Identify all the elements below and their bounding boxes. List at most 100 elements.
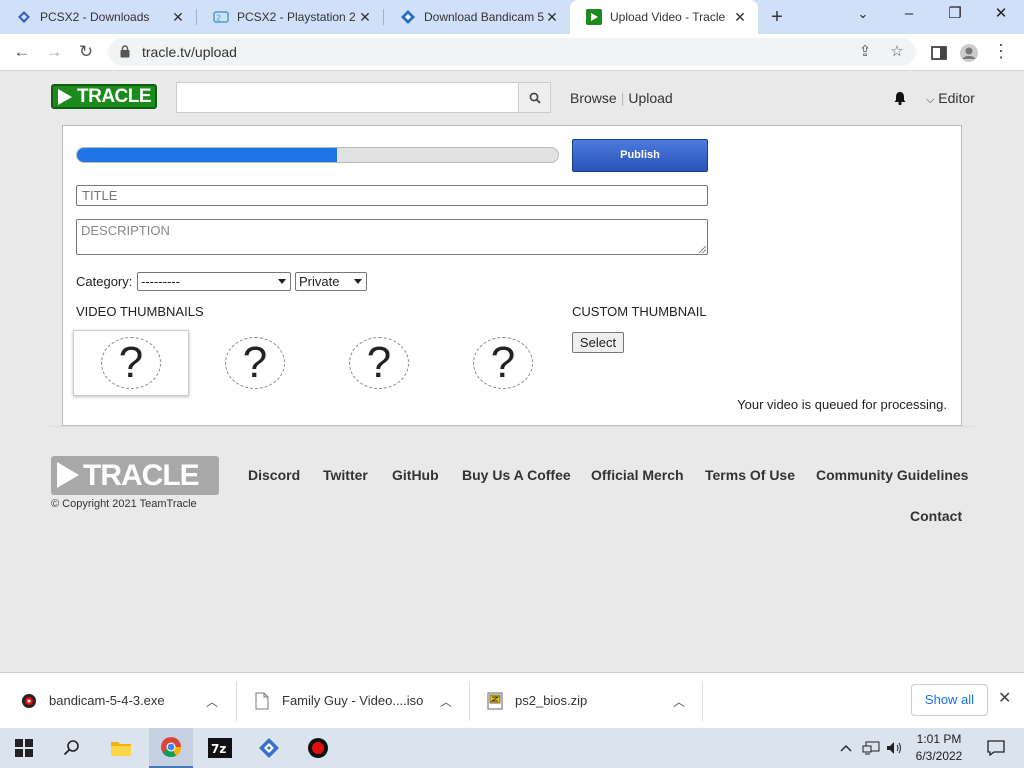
- window-close-icon[interactable]: ✕: [978, 0, 1024, 30]
- windows-start-icon[interactable]: [2, 728, 46, 768]
- dropdown-arrow-icon: [278, 279, 286, 284]
- notification-bell-icon[interactable]: [892, 90, 908, 106]
- download-item[interactable]: Family Guy - Video....iso ︿: [254, 673, 462, 728]
- footer-divider: [50, 426, 975, 427]
- search-taskbar-icon[interactable]: [50, 728, 94, 768]
- show-all-button[interactable]: Show all: [911, 684, 988, 716]
- footer-link-twitter[interactable]: Twitter: [323, 467, 368, 483]
- video-thumbnail[interactable]: ?: [73, 330, 189, 396]
- notifications-icon[interactable]: [974, 728, 1018, 768]
- tab-title: PCSX2 - Playstation 2 Emulator: [237, 10, 357, 24]
- tab-close-icon[interactable]: ✕: [544, 9, 560, 26]
- publish-button[interactable]: Publish: [572, 139, 708, 172]
- search-icon: [529, 92, 541, 104]
- footer-link-discord[interactable]: Discord: [248, 467, 300, 483]
- minimize-icon[interactable]: –: [886, 0, 932, 30]
- pcsx2-favicon-icon: [18, 11, 30, 23]
- tab-title: PCSX2 - Downloads: [40, 10, 150, 24]
- footer-link-merch[interactable]: Official Merch: [591, 467, 684, 483]
- download-item[interactable]: ps2_bios.zip ︿: [487, 673, 695, 728]
- 7zip-taskbar-icon[interactable]: 7z: [198, 728, 242, 768]
- tracle-favicon-icon: [586, 9, 602, 25]
- footer-link-buy-coffee[interactable]: Buy Us A Coffee: [462, 467, 571, 483]
- tab-pcsx2-emulator[interactable]: 2 PCSX2 - Playstation 2 Emulator ✕: [197, 0, 383, 34]
- tab-search-chevron-icon[interactable]: ⌄: [840, 0, 886, 30]
- chevron-down-icon: ⌵: [926, 94, 935, 106]
- pcsx2-taskbar-icon[interactable]: [247, 728, 291, 768]
- url-text: tracle.tv/upload: [142, 44, 237, 60]
- user-menu[interactable]: ⌵ Editor: [926, 90, 975, 107]
- download-filename: ps2_bios.zip: [515, 693, 588, 708]
- tracle-logo[interactable]: TRACLE: [51, 84, 157, 109]
- pcsx2-app-icon: [259, 738, 279, 758]
- bookmark-star-icon[interactable]: ☆: [886, 42, 908, 62]
- resize-grip-icon[interactable]: [699, 246, 706, 253]
- network-icon[interactable]: [859, 728, 883, 768]
- download-divider: [236, 681, 237, 721]
- close-download-bar-icon[interactable]: ✕: [998, 688, 1011, 708]
- tab-strip: PCSX2 - Downloads ✕ 2 PCSX2 - Playstatio…: [0, 0, 1024, 34]
- footer-link-terms[interactable]: Terms Of Use: [705, 467, 795, 483]
- tray-chevron-icon: [840, 745, 852, 752]
- file-explorer-icon[interactable]: [99, 728, 143, 768]
- search-button[interactable]: [518, 82, 551, 113]
- footer-link-contact[interactable]: Contact: [910, 508, 962, 524]
- upload-progress-bar: [76, 147, 559, 163]
- system-clock[interactable]: 1:01 PM 6/3/2022: [904, 731, 974, 765]
- placeholder-question-icon: ?: [101, 337, 161, 389]
- footer-logo[interactable]: TRACLE: [51, 456, 219, 495]
- reload-icon[interactable]: ↻: [72, 38, 100, 66]
- chevron-up-icon[interactable]: ︿: [673, 693, 685, 709]
- bandicam-favicon-icon: [401, 10, 415, 24]
- tab-close-icon[interactable]: ✕: [732, 9, 748, 26]
- chevron-up-icon[interactable]: ︿: [206, 693, 218, 709]
- copyright-text: © Copyright 2021 TeamTracle: [51, 498, 197, 510]
- tab-upload-video[interactable]: Upload Video - Tracle ✕: [570, 0, 758, 34]
- video-thumbnails-heading: VIDEO THUMBNAILS: [76, 304, 204, 319]
- forward-icon[interactable]: →: [40, 38, 68, 66]
- video-thumbnail[interactable]: ?: [197, 330, 313, 396]
- address-bar[interactable]: tracle.tv/upload ⇪ ☆: [108, 38, 916, 66]
- category-selected-value: ---------: [141, 274, 180, 289]
- clock-time: 1:01 PM: [916, 732, 962, 746]
- download-filename: bandicam-5-4-3.exe: [49, 693, 165, 708]
- description-textarea[interactable]: DESCRIPTION: [76, 219, 708, 255]
- share-icon[interactable]: ⇪: [854, 42, 876, 62]
- video-thumbnail[interactable]: ?: [321, 330, 437, 396]
- title-input[interactable]: [76, 185, 708, 206]
- new-tab-icon[interactable]: +: [766, 4, 788, 30]
- video-thumbnail[interactable]: ?: [445, 330, 561, 396]
- side-panel-icon[interactable]: [928, 42, 950, 64]
- profile-avatar-icon[interactable]: [958, 42, 980, 64]
- record-icon: [308, 738, 328, 758]
- tab-close-icon[interactable]: ✕: [170, 9, 186, 26]
- tab-close-icon[interactable]: ✕: [357, 9, 373, 26]
- browser-toolbar: ← → ↻ tracle.tv/upload ⇪ ☆ ⋮: [0, 34, 1024, 71]
- category-select[interactable]: ---------: [137, 272, 291, 291]
- privacy-select[interactable]: Private: [295, 272, 367, 291]
- upload-panel: Publish DESCRIPTION Category: --------- …: [62, 125, 962, 426]
- bandicam-taskbar-icon[interactable]: [296, 728, 340, 768]
- footer-link-github[interactable]: GitHub: [392, 467, 439, 483]
- logo-text: TRACLE: [77, 86, 152, 107]
- upload-link[interactable]: Upload: [628, 90, 672, 106]
- tab-title: Download Bandicam 5: [424, 10, 544, 24]
- chrome-taskbar-icon[interactable]: [149, 728, 193, 768]
- chevron-up-icon[interactable]: ︿: [440, 693, 452, 709]
- tab-bandicam[interactable]: Download Bandicam 5 ✕: [384, 0, 570, 34]
- footer-logo-text: TRACLE: [83, 459, 200, 492]
- chevron-up-tray-icon[interactable]: [834, 728, 858, 768]
- search-input[interactable]: [176, 82, 519, 113]
- zip-file-icon: [487, 692, 503, 709]
- download-item[interactable]: bandicam-5-4-3.exe ︿: [20, 673, 230, 728]
- browser-menu-icon[interactable]: ⋮: [990, 42, 1012, 64]
- privacy-selected-value: Private: [299, 274, 340, 289]
- browse-link[interactable]: Browse: [570, 90, 617, 106]
- chrome-icon: [161, 737, 182, 758]
- restore-icon[interactable]: ❐: [932, 0, 978, 30]
- bandicam-file-icon: [22, 693, 36, 708]
- footer-link-guidelines[interactable]: Community Guidelines: [816, 467, 968, 483]
- tab-pcsx2-downloads[interactable]: PCSX2 - Downloads ✕: [0, 0, 196, 34]
- custom-thumbnail-select-button[interactable]: Select: [572, 332, 624, 353]
- back-icon[interactable]: ←: [8, 38, 36, 66]
